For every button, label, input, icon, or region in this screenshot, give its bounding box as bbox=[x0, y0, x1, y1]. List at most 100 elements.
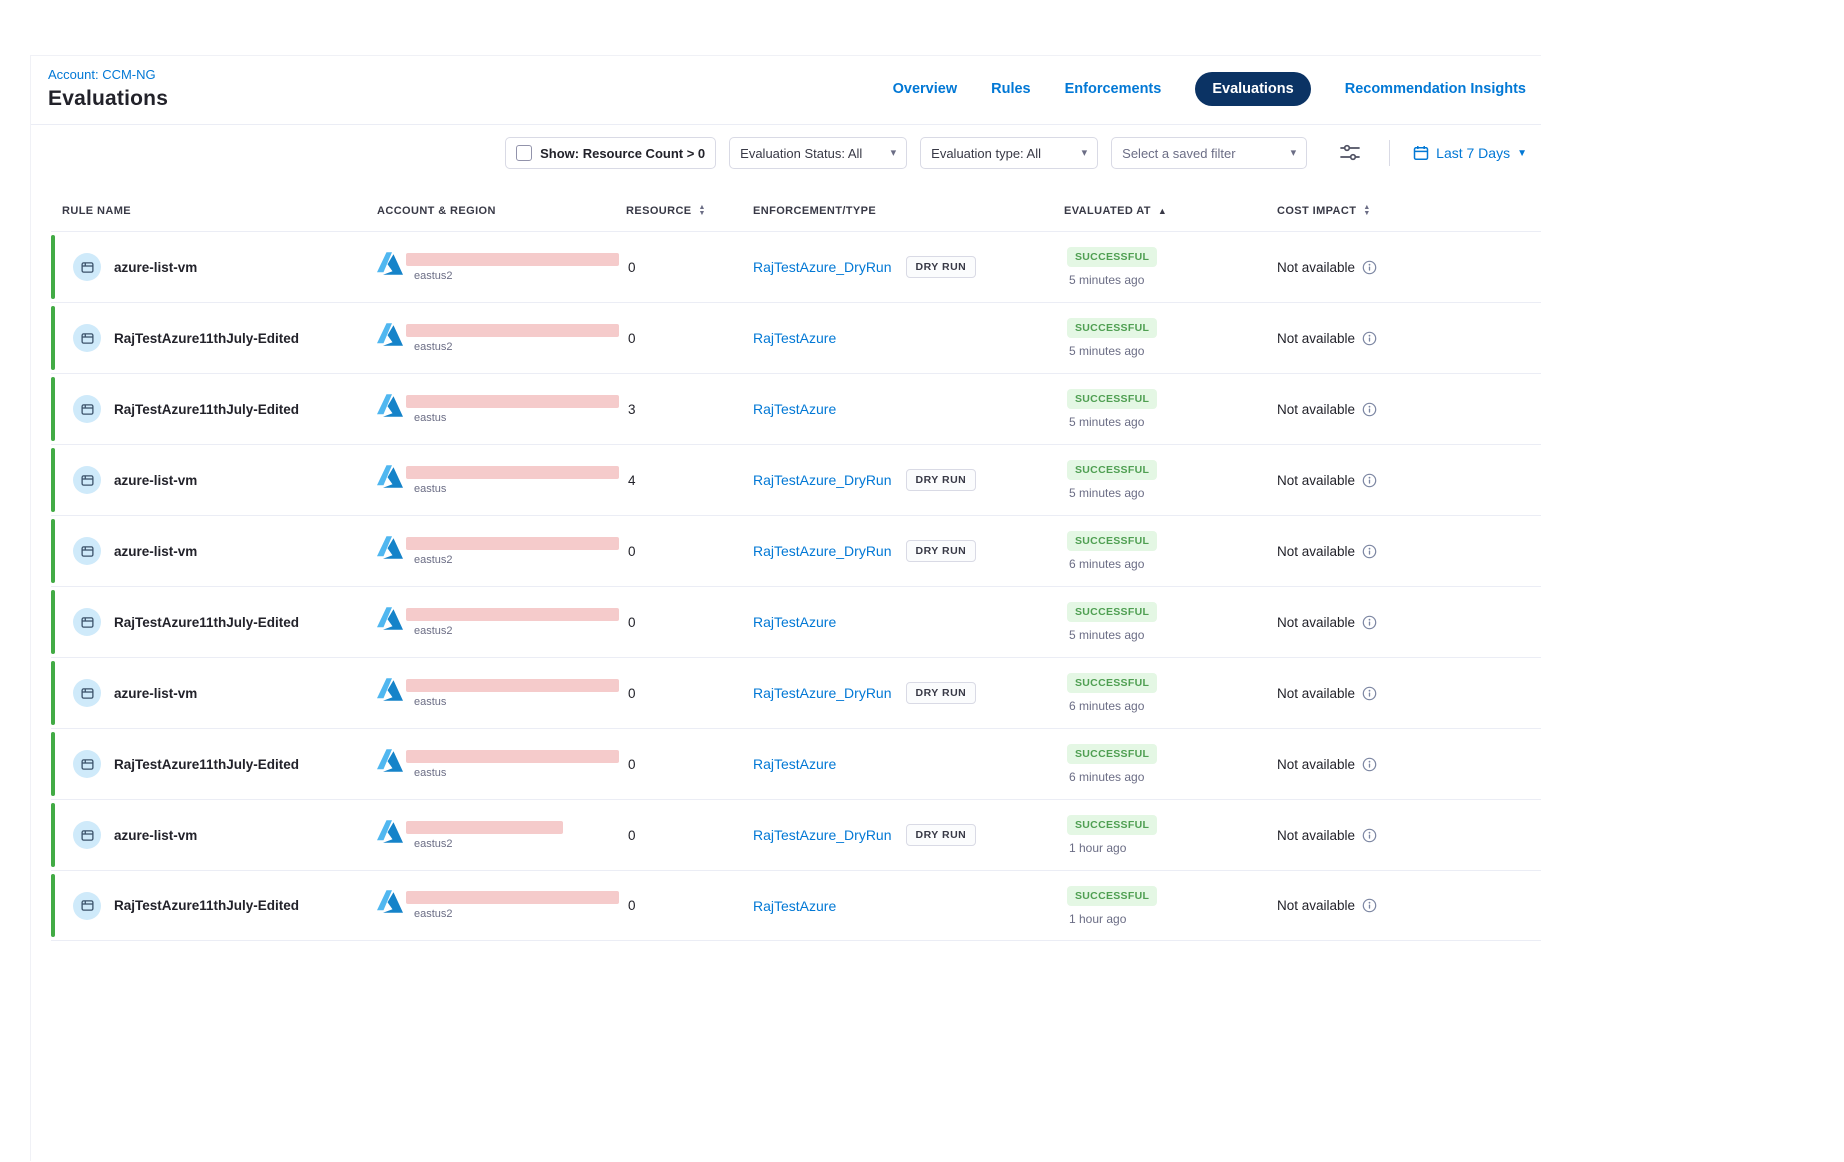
evaluation-status-value: Evaluation Status: All bbox=[740, 146, 862, 161]
tab-rules[interactable]: Rules bbox=[991, 81, 1031, 97]
evaluation-type-value: Evaluation type: All bbox=[931, 146, 1041, 161]
sort-icon[interactable]: ▲▼ bbox=[699, 205, 706, 217]
status-badge: SUCCESSFUL bbox=[1067, 531, 1157, 551]
enforcement-cell: RajTestAzure bbox=[753, 401, 1064, 417]
redacted-account-name bbox=[406, 891, 619, 904]
account-block: eastus bbox=[406, 466, 619, 495]
evaluated-time: 1 hour ago bbox=[1069, 912, 1126, 926]
evaluated-time: 6 minutes ago bbox=[1069, 699, 1144, 713]
resource-count-filter[interactable]: Show: Resource Count > 0 bbox=[505, 137, 716, 169]
enforcement-link[interactable]: RajTestAzure bbox=[753, 898, 836, 914]
enforcement-link[interactable]: RajTestAzure bbox=[753, 756, 836, 772]
tab-enforcements[interactable]: Enforcements bbox=[1065, 81, 1162, 97]
table-row[interactable]: azure-list-vm eastus 4 RajTestAzure_DryR… bbox=[51, 444, 1541, 515]
rule-name: azure-list-vm bbox=[114, 828, 197, 843]
redacted-account-name bbox=[406, 466, 619, 479]
redacted-account-name bbox=[406, 821, 563, 834]
sort-asc-icon[interactable]: ▲ bbox=[1158, 206, 1167, 216]
enforcement-link[interactable]: RajTestAzure_DryRun bbox=[753, 259, 892, 275]
account-block: eastus bbox=[406, 395, 619, 424]
account-region-cell: eastus bbox=[377, 679, 626, 708]
resource-count: 3 bbox=[626, 402, 753, 417]
rule-cell: azure-list-vm bbox=[51, 679, 377, 707]
info-icon[interactable] bbox=[1362, 544, 1377, 559]
sort-icon[interactable]: ▲▼ bbox=[1363, 205, 1370, 217]
date-range-value: Last 7 Days bbox=[1436, 145, 1510, 161]
table-row[interactable]: azure-list-vm eastus 0 RajTestAzure_DryR… bbox=[51, 657, 1541, 728]
enforcement-link[interactable]: RajTestAzure_DryRun bbox=[753, 827, 892, 843]
table-row[interactable]: azure-list-vm eastus2 0 RajTestAzure_Dry… bbox=[51, 799, 1541, 870]
evaluation-status-dropdown[interactable]: Evaluation Status: All ▾ bbox=[729, 137, 907, 169]
table-row[interactable]: azure-list-vm eastus2 0 RajTestAzure_Dry… bbox=[51, 515, 1541, 586]
rule-name: azure-list-vm bbox=[114, 544, 197, 559]
divider bbox=[1389, 140, 1390, 166]
filter-settings-icon[interactable] bbox=[1334, 140, 1366, 166]
enforcement-link[interactable]: RajTestAzure bbox=[753, 614, 836, 630]
enforcement-link[interactable]: RajTestAzure_DryRun bbox=[753, 543, 892, 559]
azure-icon bbox=[377, 890, 403, 918]
chevron-down-icon: ▾ bbox=[1082, 148, 1088, 159]
date-range-picker[interactable]: Last 7 Days ▼ bbox=[1413, 145, 1533, 161]
rule-cell: RajTestAzure11thJuly-Edited bbox=[51, 750, 377, 778]
info-icon[interactable] bbox=[1362, 402, 1377, 417]
tab-evaluations[interactable]: Evaluations bbox=[1195, 72, 1310, 106]
col-evaluated-at[interactable]: EVALUATED AT ▲ bbox=[1064, 205, 1277, 217]
enforcement-link[interactable]: RajTestAzure_DryRun bbox=[753, 685, 892, 701]
account-region-cell: eastus2 bbox=[377, 324, 626, 353]
resource-count: 0 bbox=[626, 757, 753, 772]
table-header-row: RULE NAME ACCOUNT & REGION RESOURCE ▲▼ E… bbox=[51, 191, 1541, 231]
info-icon[interactable] bbox=[1362, 898, 1377, 913]
breadcrumb-account[interactable]: Account: CCM-NG bbox=[48, 67, 168, 82]
azure-icon bbox=[377, 749, 403, 777]
col-cost-impact[interactable]: COST IMPACT ▲▼ bbox=[1277, 205, 1542, 217]
resource-count: 0 bbox=[626, 898, 753, 913]
enforcement-link[interactable]: RajTestAzure bbox=[753, 401, 836, 417]
table-row[interactable]: azure-list-vm eastus2 0 RajTestAzure_Dry… bbox=[51, 231, 1541, 302]
region-label: eastus bbox=[406, 767, 619, 779]
resource-count-checkbox[interactable] bbox=[516, 145, 532, 161]
region-label: eastus2 bbox=[406, 838, 563, 850]
info-icon[interactable] bbox=[1362, 828, 1377, 843]
account-region-cell: eastus bbox=[377, 750, 626, 779]
enforcement-cell: RajTestAzure bbox=[753, 756, 1064, 772]
saved-filter-dropdown[interactable]: Select a saved filter ▾ bbox=[1111, 137, 1307, 169]
account-region-cell: eastus bbox=[377, 395, 626, 424]
table-row[interactable]: RajTestAzure11thJuly-Edited eastus 3 Raj… bbox=[51, 373, 1541, 444]
col-resource[interactable]: RESOURCE ▲▼ bbox=[626, 205, 753, 217]
rule-icon bbox=[73, 537, 101, 565]
status-badge: SUCCESSFUL bbox=[1067, 815, 1157, 835]
evaluated-at-cell: SUCCESSFUL 6 minutes ago bbox=[1064, 531, 1277, 571]
table-row[interactable]: RajTestAzure11thJuly-Edited eastus2 0 Ra… bbox=[51, 302, 1541, 373]
col-label: EVALUATED AT bbox=[1064, 205, 1151, 217]
table-row[interactable]: RajTestAzure11thJuly-Edited eastus 0 Raj… bbox=[51, 728, 1541, 799]
tab-recommendation-insights[interactable]: Recommendation Insights bbox=[1345, 81, 1526, 97]
enforcement-link[interactable]: RajTestAzure_DryRun bbox=[753, 472, 892, 488]
evaluation-type-dropdown[interactable]: Evaluation type: All ▾ bbox=[920, 137, 1098, 169]
info-icon[interactable] bbox=[1362, 686, 1377, 701]
cost-impact-cell: Not available bbox=[1277, 331, 1542, 346]
chevron-down-icon: ▼ bbox=[1517, 148, 1527, 159]
col-account-region: ACCOUNT & REGION bbox=[377, 205, 626, 217]
enforcement-cell: RajTestAzure bbox=[753, 614, 1064, 630]
enforcement-cell: RajTestAzure_DryRun DRY RUN bbox=[753, 824, 1064, 846]
tab-overview[interactable]: Overview bbox=[893, 81, 958, 97]
col-label: COST IMPACT bbox=[1277, 205, 1356, 217]
resource-count: 0 bbox=[626, 544, 753, 559]
rule-icon bbox=[73, 608, 101, 636]
resource-count: 0 bbox=[626, 331, 753, 346]
col-rule-name: RULE NAME bbox=[51, 205, 377, 217]
info-icon[interactable] bbox=[1362, 260, 1377, 275]
info-icon[interactable] bbox=[1362, 615, 1377, 630]
rule-icon bbox=[73, 324, 101, 352]
table-row[interactable]: RajTestAzure11thJuly-Edited eastus2 0 Ra… bbox=[51, 586, 1541, 657]
rule-icon bbox=[73, 679, 101, 707]
enforcement-link[interactable]: RajTestAzure bbox=[753, 330, 836, 346]
info-icon[interactable] bbox=[1362, 331, 1377, 346]
info-icon[interactable] bbox=[1362, 473, 1377, 488]
table-row[interactable]: RajTestAzure11thJuly-Edited eastus2 0 Ra… bbox=[51, 870, 1541, 941]
evaluated-at-cell: SUCCESSFUL 6 minutes ago bbox=[1064, 673, 1277, 713]
info-icon[interactable] bbox=[1362, 757, 1377, 772]
rule-cell: azure-list-vm bbox=[51, 537, 377, 565]
status-badge: SUCCESSFUL bbox=[1067, 673, 1157, 693]
evaluated-time: 5 minutes ago bbox=[1069, 415, 1144, 429]
